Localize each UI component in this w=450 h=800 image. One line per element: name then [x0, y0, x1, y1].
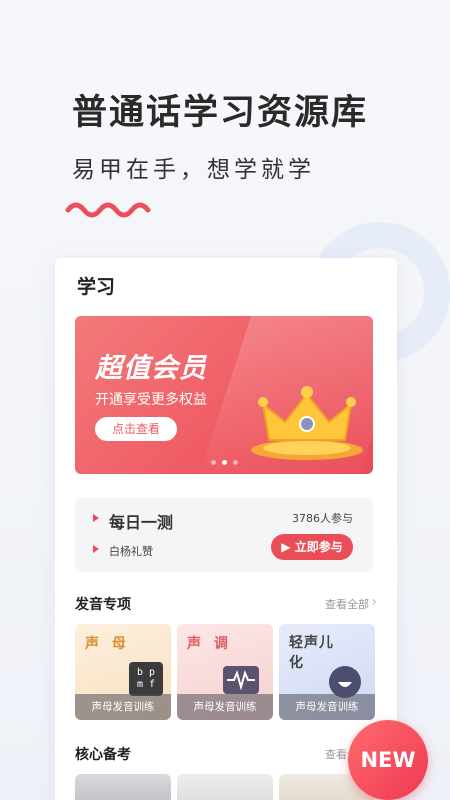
bpmf-icon: b p m f — [129, 662, 163, 696]
banner-subtitle: 开通享受更多权益 — [95, 392, 207, 408]
triangle-bullet-icon — [93, 514, 99, 522]
wave-decoration — [65, 202, 151, 218]
triangle-bullet-icon — [93, 545, 99, 553]
daily-quiz-panel: 每日一测 3786人参与 白杨礼赞 ▶ 立即参与 — [75, 498, 373, 572]
tile-label: 声母发音训练 — [177, 694, 273, 720]
join-now-button[interactable]: ▶ 立即参与 — [271, 534, 353, 560]
tile-tones[interactable]: 声 调 声母发音训练 — [177, 624, 273, 720]
card-title: 学习 — [77, 276, 116, 298]
tile-title: 声 调 — [187, 636, 232, 652]
tile-initials[interactable]: 声 母 b p m f 声母发音训练 — [75, 624, 171, 720]
bpmf-icon-line: b p — [136, 667, 156, 678]
core-prep-heading: 核心备考 — [75, 747, 131, 763]
waveform-icon — [223, 666, 259, 694]
crown-icon — [251, 386, 363, 460]
course-thumbnail[interactable] — [177, 774, 273, 800]
hero-title: 普通话学习资源库 — [72, 93, 369, 133]
pagination-dot-active[interactable] — [222, 460, 227, 465]
vip-banner[interactable]: 超值会员 开通享受更多权益 点击查看 — [75, 316, 373, 474]
study-card: 学习 超值会员 开通享受更多权益 点击查看 每日一测 3786人参与 白杨礼赞 … — [55, 258, 397, 800]
bpmf-icon-line: m f — [136, 679, 156, 690]
pronunciation-heading: 发音专项 — [75, 597, 131, 613]
pagination-dot[interactable] — [211, 460, 216, 465]
tile-label: 声母发音训练 — [75, 694, 171, 720]
daily-quiz-title: 每日一测 — [109, 513, 174, 532]
chevron-right-icon[interactable]: › — [371, 594, 377, 610]
hero-subtitle: 易甲在手，想学就学 — [72, 157, 315, 183]
banner-pagination — [211, 460, 238, 465]
banner-view-button[interactable]: 点击查看 — [95, 417, 177, 441]
participant-count: 3786人参与 — [292, 512, 353, 525]
pronunciation-see-all-link[interactable]: 查看全部 — [325, 596, 369, 612]
pronunciation-tiles: 声 母 b p m f 声母发音训练 声 调 声母发音训练 轻声儿化 声母发音训… — [75, 624, 375, 720]
banner-title: 超值会员 — [95, 353, 207, 384]
pagination-dot[interactable] — [233, 460, 238, 465]
tile-neutral-tone-erhua[interactable]: 轻声儿化 声母发音训练 — [279, 624, 375, 720]
core-prep-thumbnails — [75, 774, 375, 800]
tile-title: 声 母 — [85, 636, 130, 652]
daily-quiz-topic: 白杨礼赞 — [109, 545, 153, 558]
course-thumbnail[interactable] — [75, 774, 171, 800]
tile-label: 声母发音训练 — [279, 694, 375, 720]
new-badge[interactable]: NEW — [348, 720, 428, 800]
